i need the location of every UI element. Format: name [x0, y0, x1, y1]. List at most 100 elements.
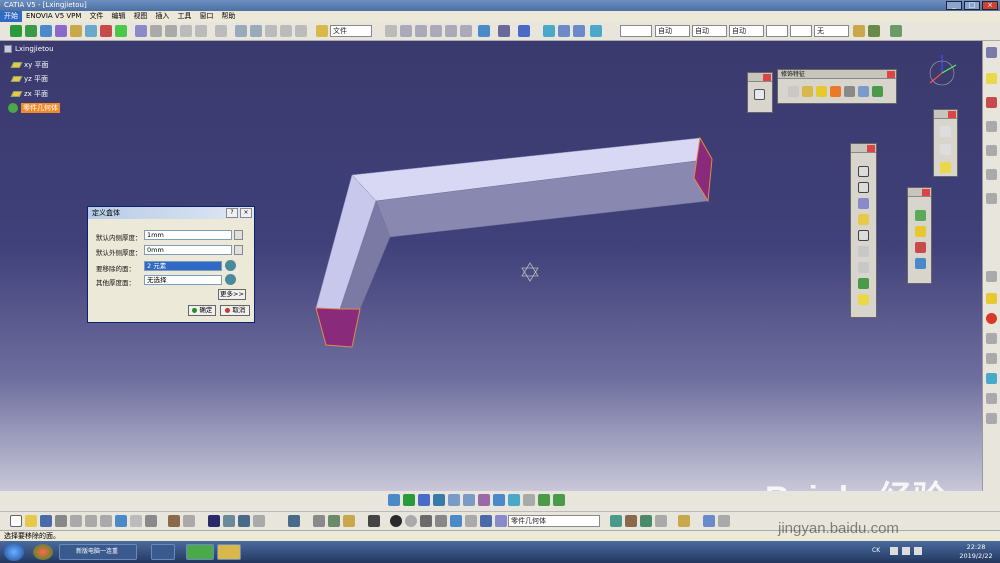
zoom-out-icon[interactable] — [463, 494, 475, 506]
point-icon[interactable] — [940, 126, 951, 137]
redo-icon[interactable] — [280, 25, 292, 37]
update-icon[interactable] — [115, 25, 127, 37]
redo-icon[interactable] — [130, 515, 142, 527]
loft-icon[interactable] — [858, 294, 869, 305]
dimension-icon[interactable] — [313, 515, 325, 527]
line-icon[interactable] — [400, 25, 412, 37]
removed-face-2[interactable] — [315, 307, 361, 348]
close-icon[interactable] — [948, 111, 956, 118]
volume-icon[interactable] — [914, 547, 922, 555]
search-icon[interactable] — [295, 25, 307, 37]
clock[interactable]: 22:28 2019/2/22 — [958, 543, 994, 561]
groove-icon[interactable] — [858, 214, 869, 225]
menu-enovia[interactable]: ENOVIA V5 VPM — [22, 11, 85, 22]
undo-icon[interactable] — [265, 25, 277, 37]
rotate-icon[interactable] — [915, 226, 926, 237]
param-icon[interactable] — [180, 25, 192, 37]
close-icon[interactable] — [763, 74, 771, 81]
tree-icon[interactable] — [223, 515, 235, 527]
axis-icon[interactable] — [986, 333, 997, 344]
menu-window[interactable]: 窗口 — [195, 11, 217, 22]
axis-icon[interactable] — [573, 25, 585, 37]
curve-icon[interactable] — [430, 25, 442, 37]
hide-show-icon[interactable] — [478, 25, 490, 37]
translate-icon[interactable] — [915, 210, 926, 221]
language-indicator[interactable]: CK — [872, 547, 880, 554]
rule-icon[interactable] — [215, 25, 227, 37]
copy-icon[interactable] — [235, 25, 247, 37]
paint-icon[interactable] — [678, 515, 690, 527]
hide-show-icon[interactable] — [523, 494, 535, 506]
plane-icon[interactable] — [415, 25, 427, 37]
line-type-select[interactable]: 自动 — [655, 25, 690, 37]
inner-thickness-spinner[interactable] — [234, 230, 243, 240]
sketch-icon[interactable] — [754, 89, 765, 100]
compass-icon[interactable] — [590, 25, 602, 37]
open-icon[interactable] — [25, 515, 37, 527]
measure-icon[interactable] — [368, 515, 380, 527]
slot-icon[interactable] — [858, 262, 869, 273]
menu-edit[interactable]: 编辑 — [107, 11, 129, 22]
workbench-icon[interactable] — [890, 25, 902, 37]
remove-icon[interactable] — [655, 515, 667, 527]
boolean-icon[interactable] — [610, 515, 622, 527]
layer-select[interactable]: 无 — [814, 25, 849, 37]
tray-icon[interactable] — [890, 547, 898, 555]
menu-view[interactable]: 视图 — [129, 11, 151, 22]
color-select[interactable]: 自动 — [729, 25, 764, 37]
assemble-icon[interactable] — [625, 515, 637, 527]
render-icon[interactable] — [553, 494, 565, 506]
line-style-select[interactable] — [620, 25, 652, 37]
thickness-icon[interactable] — [844, 86, 855, 97]
pan-icon[interactable] — [418, 494, 430, 506]
rotate-view-icon[interactable] — [390, 515, 402, 527]
render-icon[interactable] — [518, 25, 530, 37]
axis-icon[interactable] — [328, 515, 340, 527]
sphere-icon[interactable] — [986, 293, 997, 304]
grid-icon[interactable] — [543, 25, 555, 37]
face-list-icon[interactable] — [225, 260, 236, 271]
hole-icon[interactable] — [858, 230, 869, 241]
taskbar-catia[interactable] — [151, 544, 175, 560]
formula-icon[interactable] — [986, 169, 997, 180]
painter-icon[interactable] — [853, 25, 865, 37]
volume-icon[interactable] — [460, 25, 472, 37]
maximize-button[interactable]: □ — [964, 1, 980, 10]
param-icon[interactable] — [238, 515, 250, 527]
minimize-button[interactable]: _ — [946, 1, 962, 10]
file-select[interactable]: 文件 — [330, 25, 372, 37]
rotate-icon[interactable] — [433, 494, 445, 506]
formula-icon[interactable] — [168, 515, 180, 527]
check-icon[interactable] — [718, 515, 730, 527]
face-list-icon[interactable] — [225, 274, 236, 285]
bottle-icon[interactable] — [343, 515, 355, 527]
new-icon[interactable] — [10, 515, 22, 527]
rotate-icon[interactable] — [40, 25, 52, 37]
menu-tools[interactable]: 工具 — [173, 11, 195, 22]
draft-icon[interactable] — [816, 86, 827, 97]
pad-icon[interactable] — [986, 73, 997, 84]
browser-logo-icon[interactable] — [33, 544, 53, 560]
close-button[interactable]: × — [982, 1, 998, 10]
measure-icon[interactable] — [85, 25, 97, 37]
database-icon[interactable] — [450, 515, 462, 527]
snap-icon[interactable] — [558, 25, 570, 37]
close-icon[interactable] — [887, 71, 895, 78]
fly-icon[interactable] — [388, 494, 400, 506]
faces-to-remove-field[interactable]: 2 元素 — [144, 261, 222, 271]
render-style-icon[interactable] — [508, 494, 520, 506]
shaft-icon[interactable] — [858, 198, 869, 209]
publish-icon[interactable] — [288, 515, 300, 527]
body-icon[interactable] — [495, 515, 507, 527]
remove-face-icon[interactable] — [872, 86, 883, 97]
cancel-button[interactable]: ● 取消 — [220, 305, 250, 316]
tool-icon[interactable] — [70, 25, 82, 37]
save-icon[interactable] — [40, 515, 52, 527]
inner-thickness-field[interactable]: 1mm — [144, 230, 232, 240]
fly-icon[interactable] — [498, 25, 510, 37]
compass-icon[interactable] — [922, 51, 962, 91]
menu-start[interactable]: 开始 — [0, 11, 22, 22]
dialog-close-button[interactable]: × — [240, 208, 252, 218]
swap-icon[interactable] — [538, 494, 550, 506]
body-select[interactable]: 零件几何体 — [508, 515, 600, 527]
